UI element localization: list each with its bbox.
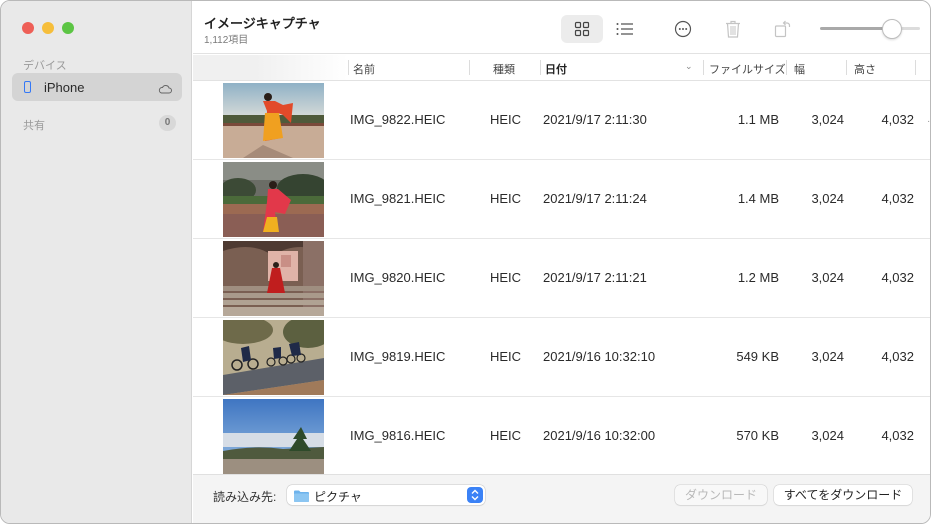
file-kind: HEIC	[490, 270, 522, 285]
shared-section-header: 共有	[23, 120, 45, 132]
devices-section-header: デバイス	[23, 60, 67, 72]
image-width: 3,024	[811, 191, 844, 206]
import-destination-value: ピクチャ	[314, 490, 362, 504]
image-height: 4,032	[881, 112, 914, 127]
file-name: IMG_9821.HEIC	[350, 191, 446, 206]
file-kind: HEIC	[490, 112, 522, 127]
file-size: 549 KB	[736, 349, 779, 364]
file-size: 1.1 MB	[737, 112, 779, 127]
grid-view-button[interactable]	[561, 15, 603, 43]
zoom-button[interactable]	[62, 22, 74, 34]
item-count: 1,112項目	[204, 35, 249, 46]
table-row[interactable]: IMG_9822.HEIC HEIC 2021/9/17 2:11:30 1.1…	[193, 81, 930, 160]
thumbnail-size-slider[interactable]	[820, 18, 920, 40]
image-width: 3,024	[811, 270, 844, 285]
file-kind: HEIC	[490, 349, 522, 364]
image-list: IMG_9822.HEIC HEIC 2021/9/17 2:11:30 1.1…	[193, 81, 930, 474]
column-header-width[interactable]: 幅	[794, 61, 805, 77]
file-date: 2021/9/17 2:11:30	[543, 112, 647, 127]
delete-button[interactable]	[719, 15, 747, 43]
file-date: 2021/9/16 10:32:00	[543, 428, 656, 443]
file-name: IMG_9816.HEIC	[350, 428, 446, 443]
table-row[interactable]: IMG_9816.HEIC HEIC 2021/9/16 10:32:00 57…	[193, 397, 930, 474]
image-height: 4,032	[881, 428, 914, 443]
sidebar: デバイス iPhone 共有 0	[1, 1, 192, 523]
close-button[interactable]	[22, 22, 34, 34]
footer-bar: 読み込み先: ピクチャ ダウンロード すべてをダウンロード	[193, 474, 930, 523]
thumbnail-image	[223, 162, 324, 237]
file-size: 1.2 MB	[737, 270, 779, 285]
image-capture-window: デバイス iPhone 共有 0 イメージキャプチャ 1,112項目 名前 種類…	[0, 0, 931, 524]
folder-icon	[294, 489, 309, 507]
thumbnail-image	[223, 241, 324, 316]
iphone-icon	[24, 81, 31, 93]
thumbnail-image	[223, 399, 324, 474]
more-button[interactable]	[669, 15, 697, 43]
slider-knob[interactable]	[882, 19, 902, 39]
column-separator	[786, 60, 787, 75]
slider-track-filled	[820, 27, 890, 30]
image-width: 3,024	[811, 349, 844, 364]
column-header: 名前 種類 日付 ⌄ ファイルサイズ 幅 高さ	[193, 55, 930, 81]
thumbnail-image	[223, 320, 324, 395]
column-separator	[348, 60, 349, 75]
image-height: 4,032	[881, 349, 914, 364]
file-kind: HEIC	[490, 191, 522, 206]
file-date: 2021/9/16 10:32:10	[543, 349, 656, 364]
file-kind: HEIC	[490, 428, 522, 443]
column-header-kind[interactable]: 種類	[493, 61, 515, 77]
shared-count-badge: 0	[159, 115, 176, 131]
table-row[interactable]: IMG_9820.HEIC HEIC 2021/9/17 2:11:21 1.2…	[193, 239, 930, 318]
rotate-button[interactable]	[769, 15, 797, 43]
window-controls	[22, 22, 74, 34]
table-row[interactable]: IMG_9821.HEIC HEIC 2021/9/17 2:11:24 1.4…	[193, 160, 930, 239]
image-height: 4,032	[881, 270, 914, 285]
table-row[interactable]: IMG_9819.HEIC HEIC 2021/9/16 10:32:10 54…	[193, 318, 930, 397]
column-header-name[interactable]: 名前	[353, 61, 375, 77]
download-button[interactable]: ダウンロード	[675, 485, 767, 505]
file-date: 2021/9/17 2:11:24	[543, 191, 647, 206]
overflow-indicator: .	[927, 114, 930, 125]
sort-chevron-down-icon[interactable]: ⌄	[685, 61, 693, 72]
thumbnail-column-header	[193, 55, 348, 80]
list-icon	[616, 23, 633, 35]
column-separator	[703, 60, 704, 75]
list-view-button[interactable]	[611, 15, 639, 43]
column-separator	[846, 60, 847, 75]
cloud-icon	[158, 81, 172, 99]
window-title: イメージキャプチャ	[204, 16, 321, 31]
file-name: IMG_9820.HEIC	[350, 270, 446, 285]
file-name: IMG_9822.HEIC	[350, 112, 446, 127]
file-date: 2021/9/17 2:11:21	[543, 270, 647, 285]
toolbar: イメージキャプチャ 1,112項目	[193, 1, 930, 54]
file-size: 570 KB	[736, 428, 779, 443]
file-size: 1.4 MB	[737, 191, 779, 206]
minimize-button[interactable]	[42, 22, 54, 34]
sidebar-item-label: iPhone	[44, 79, 85, 95]
image-height: 4,032	[881, 191, 914, 206]
chevron-up-down-icon	[467, 487, 483, 503]
column-separator	[540, 60, 541, 75]
column-header-size[interactable]: ファイルサイズ	[709, 61, 786, 77]
import-destination-select[interactable]: ピクチャ	[287, 485, 485, 505]
column-separator	[915, 60, 916, 75]
download-all-button[interactable]: すべてをダウンロード	[774, 485, 912, 505]
column-header-date[interactable]: 日付	[545, 61, 567, 77]
trash-icon	[726, 20, 740, 38]
grid-icon	[574, 21, 590, 37]
column-header-height[interactable]: 高さ	[854, 61, 876, 77]
image-width: 3,024	[811, 112, 844, 127]
import-to-label: 読み込み先:	[213, 490, 277, 504]
image-width: 3,024	[811, 428, 844, 443]
column-separator	[469, 60, 470, 75]
file-name: IMG_9819.HEIC	[350, 349, 446, 364]
thumbnail-image	[223, 83, 324, 158]
sidebar-item-iphone[interactable]: iPhone	[12, 73, 182, 101]
ellipsis-circle-icon	[674, 20, 692, 38]
rotate-icon	[774, 20, 791, 38]
